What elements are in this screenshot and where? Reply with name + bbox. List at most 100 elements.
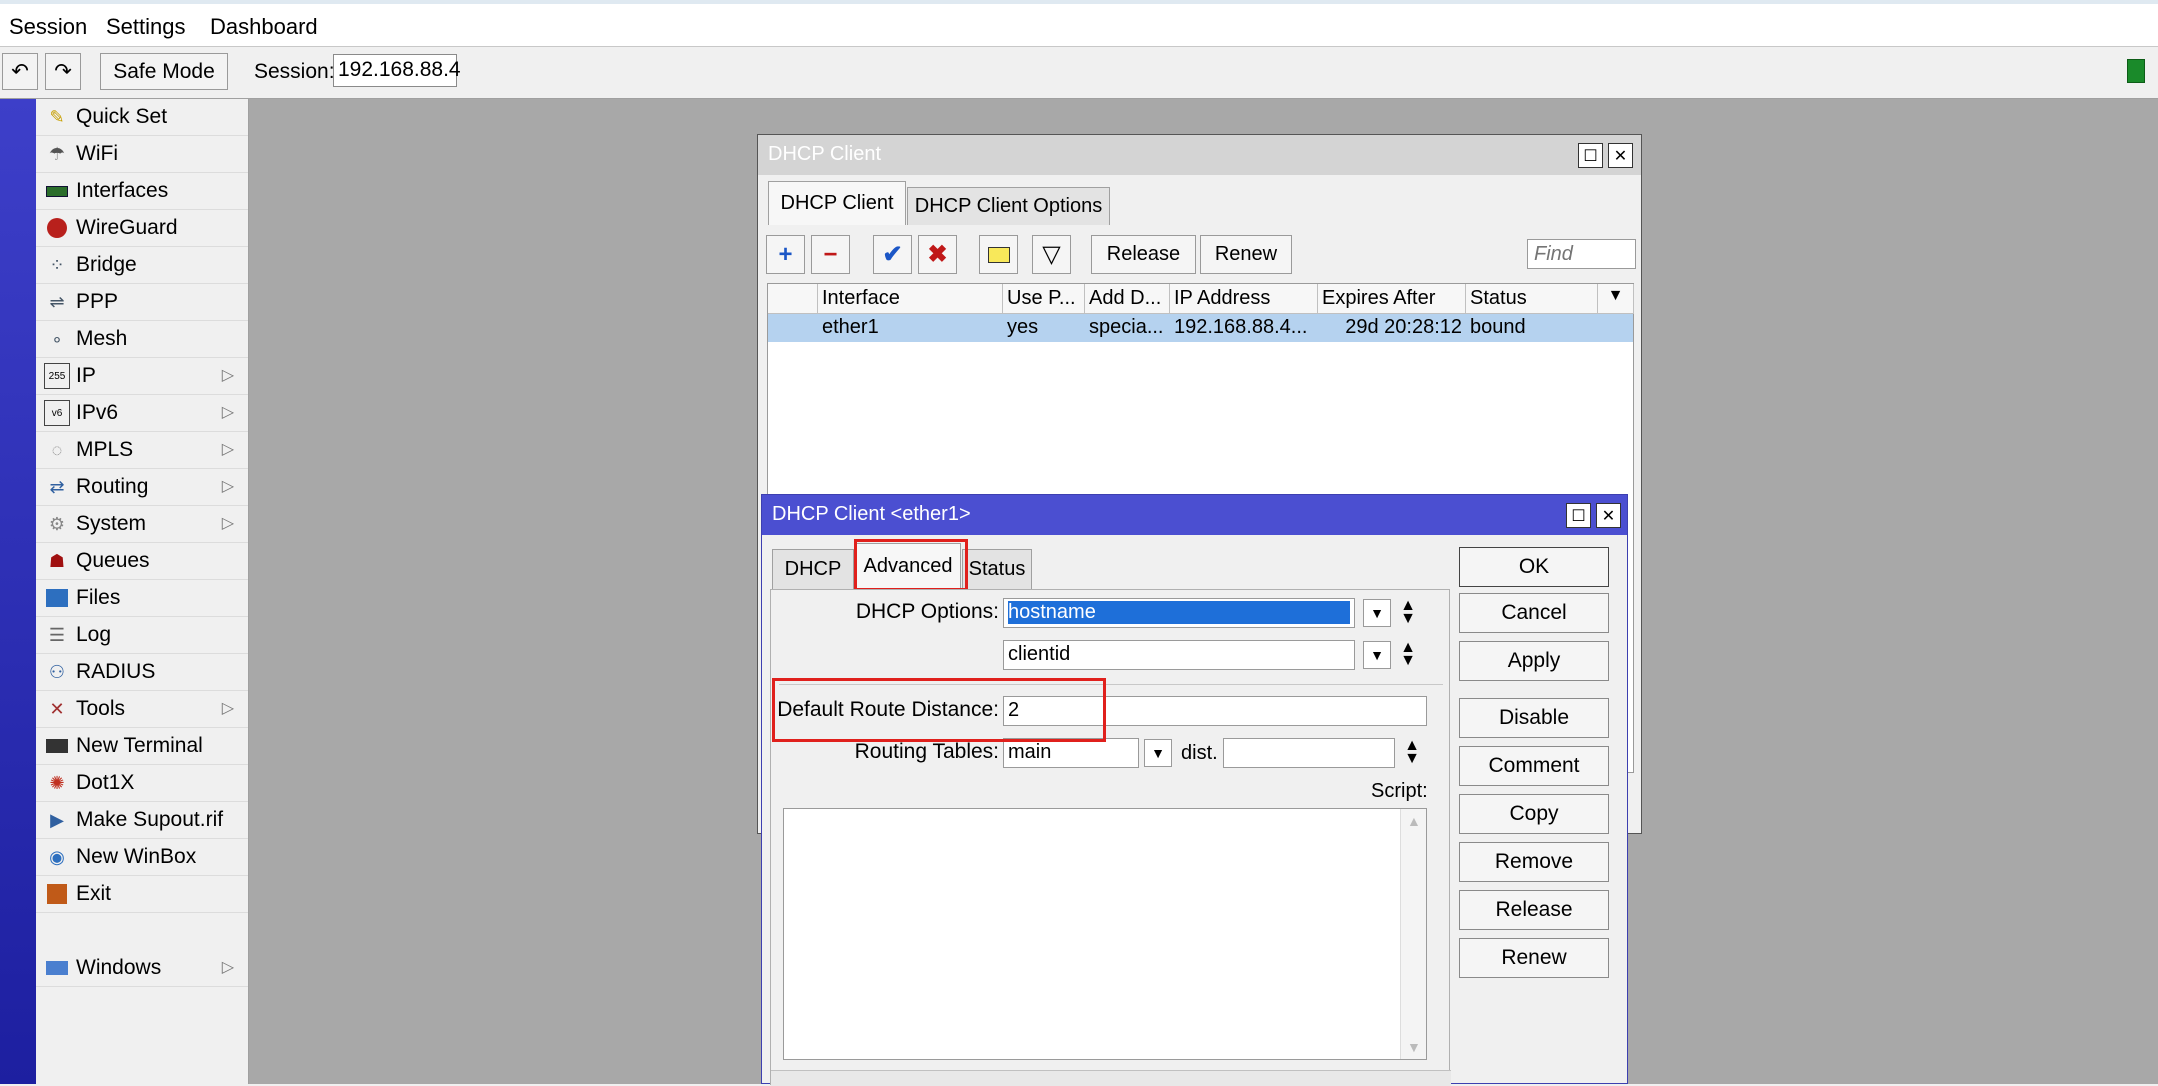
sidebar-item-windows[interactable]: Windows ▷ [36, 950, 248, 987]
sidebar-item-files[interactable]: Files [36, 580, 248, 617]
comment-button[interactable]: Comment [1459, 746, 1609, 786]
windows-icon [44, 955, 70, 981]
enable-button[interactable]: ✔ [873, 235, 912, 274]
sidebar-item-ipv6[interactable]: v6 IPv6 ▷ [36, 395, 248, 432]
sidebar-item-dot1x[interactable]: ✺ Dot1X [36, 765, 248, 802]
remove-button[interactable]: − [811, 235, 850, 274]
sidebar-item-mpls[interactable]: ◌ MPLS ▷ [36, 432, 248, 469]
sidebar-item-ip[interactable]: 255 IP ▷ [36, 358, 248, 395]
column-header-add-default[interactable]: Add D... [1085, 284, 1170, 314]
sidebar-item-interfaces[interactable]: Interfaces [36, 173, 248, 210]
dhcp-option-2-updown[interactable]: ▲ ▼ [1399, 639, 1417, 669]
routing-table-dropdown[interactable]: ▼ [1144, 739, 1172, 767]
dist-field[interactable] [1223, 738, 1395, 768]
winbox-icon: ◉ [49, 846, 65, 867]
sidebar-item-radius[interactable]: ⚇ RADIUS [36, 654, 248, 691]
sidebar-item-tools[interactable]: ✕ Tools ▷ [36, 691, 248, 728]
ok-button[interactable]: OK [1459, 547, 1609, 587]
disable-button[interactable]: ✖ [918, 235, 957, 274]
system-icon: ⚙ [48, 513, 66, 534]
sidebar-item-new-winbox[interactable]: ◉ New WinBox [36, 839, 248, 876]
comment-button[interactable] [979, 235, 1018, 274]
dhcp-option-1-dropdown[interactable]: ▼ [1363, 599, 1391, 627]
sidebar-item-wireguard[interactable]: WireGuard [36, 210, 248, 247]
maximize-button[interactable]: ☐ [1566, 503, 1591, 528]
release-button[interactable]: Release [1459, 890, 1609, 930]
close-button[interactable]: ✕ [1608, 143, 1633, 168]
disable-button[interactable]: Disable [1459, 698, 1609, 738]
redo-button[interactable]: ↷ [45, 53, 81, 90]
dialog-button-column: OK Cancel Apply Disable Comment Copy Rem… [1459, 547, 1611, 987]
interfaces-icon [44, 178, 70, 204]
up-down-arrows-icon: ▲ ▼ [1400, 639, 1416, 669]
session-value: 192.168.88.4 [333, 54, 461, 87]
menu-session[interactable]: Session [9, 14, 87, 40]
sidebar-item-routing[interactable]: ⇄ Routing ▷ [36, 469, 248, 506]
terminal-icon [44, 733, 70, 759]
sidebar-item-exit[interactable]: Exit [36, 876, 248, 913]
menu-settings[interactable]: Settings [106, 14, 186, 40]
sidebar-item-log[interactable]: ☰ Log [36, 617, 248, 654]
dhcp-client-window-titlebar[interactable]: DHCP Client ☐ ✕ [758, 135, 1641, 175]
dist-updown[interactable]: ▲ ▼ [1403, 738, 1421, 767]
undo-button[interactable]: ↶ [2, 53, 38, 90]
find-input[interactable] [1527, 239, 1636, 269]
tab-dhcp-client[interactable]: DHCP Client [768, 181, 906, 225]
plus-icon: + [778, 240, 793, 268]
apply-button[interactable]: Apply [1459, 641, 1609, 681]
files-icon [44, 585, 70, 611]
add-button[interactable]: + [766, 235, 805, 274]
sidebar-item-new-terminal[interactable]: New Terminal [36, 728, 248, 765]
dhcp-option-2-dropdown[interactable]: ▼ [1363, 641, 1391, 669]
column-chooser-button[interactable]: ▼ [1598, 284, 1634, 314]
dhcp-option-1-field[interactable]: hostname [1003, 598, 1355, 628]
routing-icon: ⇄ [49, 476, 65, 497]
note-icon [987, 246, 1010, 263]
session-label: Session: [254, 60, 335, 83]
dhcp-option-2-field[interactable]: clientid [1003, 640, 1355, 670]
table-row[interactable]: ether1 yes specia... 192.168.88.4... 29d… [768, 314, 1633, 342]
column-header-interface[interactable]: Interface [818, 284, 1003, 314]
sidebar-item-mesh[interactable]: ∘ Mesh [36, 321, 248, 358]
filter-button[interactable]: ▽ [1032, 235, 1071, 274]
renew-button[interactable]: Renew [1459, 938, 1609, 978]
routing-table-field[interactable]: main [1003, 738, 1139, 768]
safe-mode-button[interactable]: Safe Mode [100, 53, 228, 90]
sidebar-item-bridge[interactable]: ⁘ Bridge [36, 247, 248, 284]
close-button[interactable]: ✕ [1596, 503, 1621, 528]
tab-dhcp-client-options[interactable]: DHCP Client Options [907, 187, 1110, 225]
dhcp-client-dialog-titlebar[interactable]: DHCP Client <ether1> ☐ ✕ [762, 495, 1627, 535]
column-header-ip-address[interactable]: IP Address [1170, 284, 1318, 314]
tab-dhcp[interactable]: DHCP [772, 549, 854, 589]
release-button[interactable]: Release [1091, 235, 1196, 274]
menu-bar: Session Settings Dashboard [0, 0, 2158, 46]
sidebar-item-system[interactable]: ⚙ System ▷ [36, 506, 248, 543]
dhcp-option-1-updown[interactable]: ▲ ▼ [1399, 598, 1417, 627]
maximize-button[interactable]: ☐ [1578, 143, 1603, 168]
remove-button[interactable]: Remove [1459, 842, 1609, 882]
menu-dashboard[interactable]: Dashboard [210, 14, 318, 40]
copy-button[interactable]: Copy [1459, 794, 1609, 834]
dropdown-arrow-icon: ▼ [1607, 287, 1624, 304]
column-header-expires-after[interactable]: Expires After [1318, 284, 1466, 314]
highlight-default-route-distance [772, 678, 1106, 742]
sidebar-item-quick-set[interactable]: ✎ Quick Set [36, 99, 248, 136]
cancel-button[interactable]: Cancel [1459, 593, 1609, 633]
toolbar: ↶ ↷ Safe Mode Session: 192.168.88.4 [0, 46, 2158, 99]
script-label: Script: [1371, 780, 1428, 802]
column-header-use-peer[interactable]: Use P... [1003, 284, 1085, 314]
sidebar-item-make-supout[interactable]: ▶ Make Supout.rif [36, 802, 248, 839]
tab-status[interactable]: Status [962, 549, 1032, 589]
column-header-status[interactable]: Status [1466, 284, 1598, 314]
sidebar-item-queues[interactable]: ☗ Queues [36, 543, 248, 580]
column-header-flags[interactable] [768, 284, 818, 314]
status-indicator [2127, 59, 2145, 83]
sidebar-item-wifi[interactable]: ☂ WiFi [36, 136, 248, 173]
dist-label: dist. [1181, 742, 1218, 764]
sidebar-item-ppp[interactable]: ⇌ PPP [36, 284, 248, 321]
check-icon: ✔ [882, 241, 903, 268]
script-textarea[interactable]: ▲ ▼ [783, 808, 1427, 1060]
renew-button[interactable]: Renew [1200, 235, 1292, 274]
script-scrollbar[interactable]: ▲ ▼ [1400, 809, 1426, 1059]
maximize-icon: ☐ [1571, 507, 1586, 525]
